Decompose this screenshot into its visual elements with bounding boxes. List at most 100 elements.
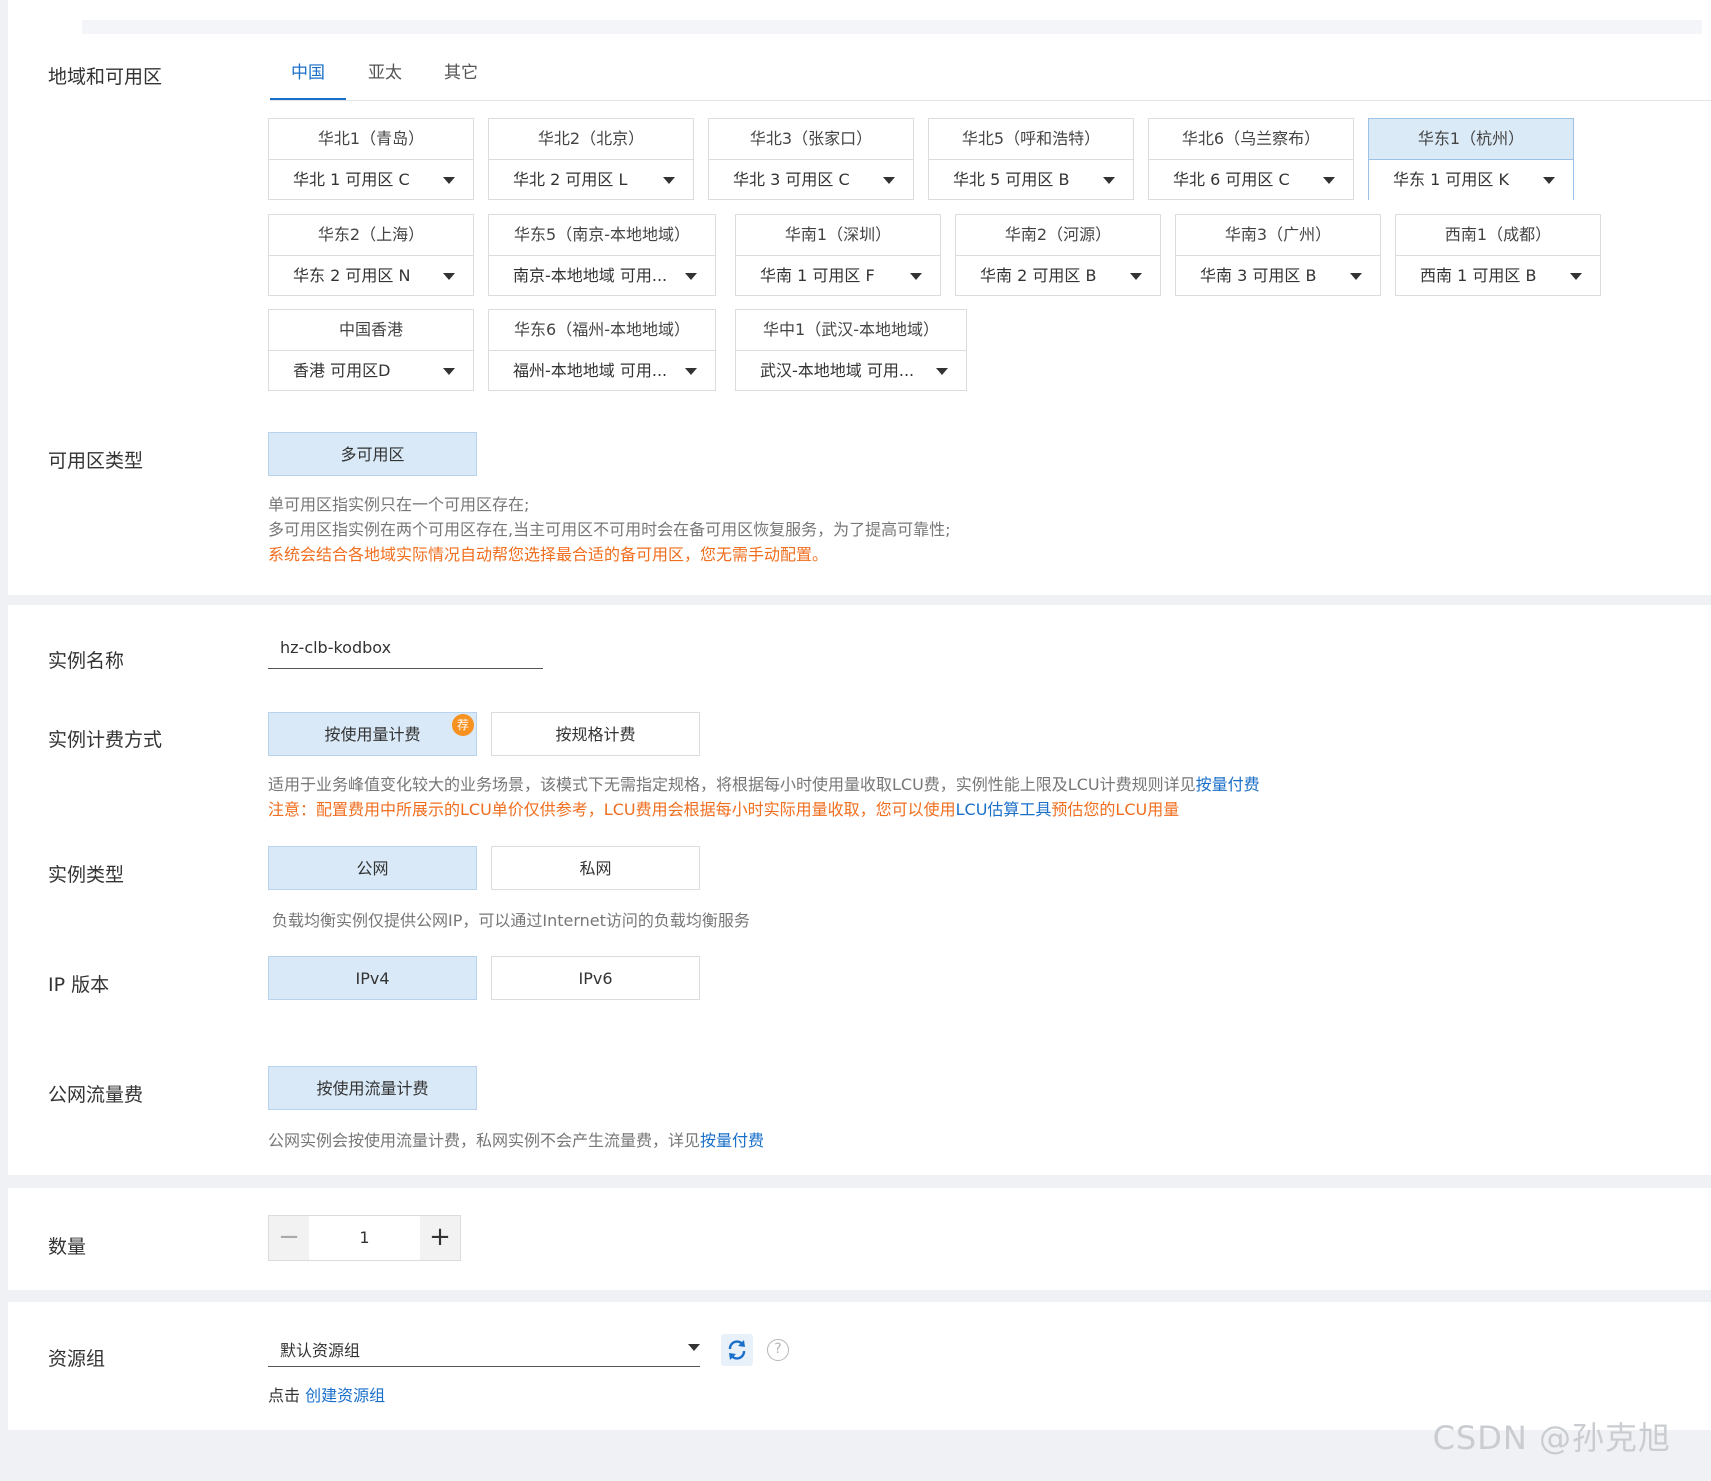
- instance-name-input[interactable]: hz-clb-kodbox: [268, 628, 543, 669]
- region-card[interactable]: 华南3（广州） 华南 3 可用区 B: [1175, 214, 1381, 296]
- resource-group-select[interactable]: 默认资源组: [268, 1328, 700, 1367]
- zone-select[interactable]: 华北 2 可用区 L: [489, 160, 693, 200]
- billing-spec-button[interactable]: 按规格计费: [491, 712, 700, 756]
- traffic-usage-button[interactable]: 按使用流量计费: [268, 1066, 477, 1110]
- region-card[interactable]: 华东6（福州-本地地域） 福州-本地地域 可用...: [488, 309, 716, 391]
- zone-select[interactable]: 华南 1 可用区 F: [736, 256, 940, 296]
- chevron-down-icon: [910, 273, 922, 280]
- billing-warning-suffix: 预估您的LCU用量: [1051, 800, 1180, 819]
- region-name[interactable]: 华东2（上海）: [269, 215, 473, 256]
- traffic-hint: 公网实例会按使用流量计费，私网实例不会产生流量费，详见按量付费: [268, 1127, 764, 1151]
- create-resource-group-link[interactable]: 创建资源组: [305, 1386, 385, 1405]
- lcu-estimator-link[interactable]: LCU估算工具: [956, 800, 1052, 819]
- increment-button[interactable]: +: [420, 1216, 460, 1260]
- zone-select-value: 华南 2 可用区 B: [980, 266, 1097, 285]
- region-card[interactable]: 华东2（上海） 华东 2 可用区 N: [268, 214, 474, 296]
- decrement-button[interactable]: −: [269, 1216, 309, 1260]
- region-card[interactable]: 华北3（张家口） 华北 3 可用区 C: [708, 118, 914, 200]
- zone-select-value: 华东 2 可用区 N: [293, 266, 411, 285]
- zone-select[interactable]: 武汉-本地地域 可用...: [736, 351, 966, 391]
- resource-group-panel: [8, 1302, 1711, 1430]
- region-card[interactable]: 华北2（北京） 华北 2 可用区 L: [488, 118, 694, 200]
- top-panel: [8, 0, 1711, 595]
- region-name[interactable]: 华北2（北京）: [489, 119, 693, 160]
- billing-hint: 适用于业务峰值变化较大的业务场景，该模式下无需指定规格，将根据每小时使用量收取L…: [268, 771, 1260, 795]
- region-name[interactable]: 华南2（河源）: [956, 215, 1160, 256]
- zone-select[interactable]: 华东 2 可用区 N: [269, 256, 473, 296]
- tab-other[interactable]: 其它: [444, 58, 478, 83]
- zone-select[interactable]: 华南 3 可用区 B: [1176, 256, 1380, 296]
- zone-select-value: 西南 1 可用区 B: [1420, 266, 1537, 285]
- zone-type-hint-2: 多可用区指实例在两个可用区存在,当主可用区不可用时会在备可用区恢复服务，为了提高…: [268, 520, 951, 539]
- region-card[interactable]: 华北6（乌兰察布） 华北 6 可用区 C: [1148, 118, 1354, 200]
- chevron-down-icon: [1543, 177, 1555, 184]
- private-network-button[interactable]: 私网: [491, 846, 700, 890]
- ipv4-button[interactable]: IPv4: [268, 956, 477, 1000]
- zone-select[interactable]: 福州-本地地域 可用...: [489, 351, 715, 391]
- region-name[interactable]: 中国香港: [269, 310, 473, 351]
- chevron-down-icon: [1323, 177, 1335, 184]
- region-card[interactable]: 华中1（武汉-本地地域） 武汉-本地地域 可用...: [735, 309, 967, 391]
- billing-usage-button[interactable]: 按使用量计费: [268, 712, 477, 756]
- chevron-down-icon: [663, 177, 675, 184]
- region-card[interactable]: 中国香港 香港 可用区D: [268, 309, 474, 391]
- region-name[interactable]: 华南1（深圳）: [736, 215, 940, 256]
- region-card[interactable]: 华南2（河源） 华南 2 可用区 B: [955, 214, 1161, 296]
- chevron-down-icon: [685, 368, 697, 375]
- region-card[interactable]: 华北1（青岛） 华北 1 可用区 C: [268, 118, 474, 200]
- zone-select-value: 华北 6 可用区 C: [1173, 170, 1290, 189]
- billing-hint-text: 适用于业务峰值变化较大的业务场景，该模式下无需指定规格，将根据每小时使用量收取L…: [268, 775, 1196, 794]
- region-name[interactable]: 华北6（乌兰察布）: [1149, 119, 1353, 160]
- region-name[interactable]: 西南1（成都）: [1396, 215, 1600, 256]
- chevron-down-icon: [443, 368, 455, 375]
- ipv6-button[interactable]: IPv6: [491, 956, 700, 1000]
- tab-apac[interactable]: 亚太: [368, 58, 402, 83]
- zone-select-value: 华南 1 可用区 F: [760, 266, 875, 285]
- zone-select-value: 华北 1 可用区 C: [293, 170, 410, 189]
- chevron-down-icon: [1103, 177, 1115, 184]
- region-card[interactable]: 西南1（成都） 西南 1 可用区 B: [1395, 214, 1601, 296]
- region-card[interactable]: 华东1（杭州） 华东 1 可用区 K: [1368, 118, 1574, 200]
- ip-version-label: IP 版本: [48, 974, 110, 996]
- zone-select[interactable]: 西南 1 可用区 B: [1396, 256, 1600, 296]
- zone-select[interactable]: 华北 5 可用区 B: [929, 160, 1133, 200]
- quantity-stepper: − 1 +: [268, 1215, 461, 1261]
- region-name[interactable]: 华南3（广州）: [1176, 215, 1380, 256]
- public-network-button[interactable]: 公网: [268, 846, 477, 890]
- zone-select[interactable]: 南京-本地地域 可用...: [489, 256, 715, 296]
- zone-select-value: 福州-本地地域 可用...: [513, 361, 668, 380]
- instance-panel: [8, 605, 1711, 1175]
- zone-select[interactable]: 华北 6 可用区 C: [1149, 160, 1353, 200]
- multi-zone-button[interactable]: 多可用区: [268, 432, 477, 476]
- refresh-icon[interactable]: [721, 1334, 753, 1366]
- region-name[interactable]: 华北3（张家口）: [709, 119, 913, 160]
- zone-select[interactable]: 华东 1 可用区 K: [1369, 160, 1573, 200]
- region-name[interactable]: 华中1（武汉-本地地域）: [736, 310, 966, 351]
- zone-select-value: 南京-本地地域 可用...: [513, 266, 668, 285]
- help-icon[interactable]: ?: [767, 1339, 789, 1361]
- region-name[interactable]: 华北5（呼和浩特）: [929, 119, 1133, 160]
- billing-label: 实例计费方式: [48, 729, 163, 751]
- region-card[interactable]: 华北5（呼和浩特） 华北 5 可用区 B: [928, 118, 1134, 200]
- region-card[interactable]: 华东5（南京-本地地域） 南京-本地地域 可用...: [488, 214, 716, 296]
- zone-select[interactable]: 华北 3 可用区 C: [709, 160, 913, 200]
- zone-select[interactable]: 华北 1 可用区 C: [269, 160, 473, 200]
- resource-group-hint: 点击 创建资源组: [268, 1382, 385, 1406]
- chevron-down-icon: [1130, 273, 1142, 280]
- zone-select[interactable]: 华南 2 可用区 B: [956, 256, 1160, 296]
- instance-type-label: 实例类型: [48, 864, 125, 886]
- region-name[interactable]: 华东1（杭州）: [1369, 119, 1573, 160]
- traffic-hint-link[interactable]: 按量付费: [700, 1131, 764, 1150]
- region-name[interactable]: 华东6（福州-本地地域）: [489, 310, 715, 351]
- chevron-down-icon: [936, 368, 948, 375]
- billing-hint-link[interactable]: 按量付费: [1196, 775, 1260, 794]
- quantity-input[interactable]: 1: [309, 1216, 420, 1260]
- region-name[interactable]: 华北1（青岛）: [269, 119, 473, 160]
- zone-select[interactable]: 香港 可用区D: [269, 351, 473, 391]
- region-card[interactable]: 华南1（深圳） 华南 1 可用区 F: [735, 214, 941, 296]
- region-name[interactable]: 华东5（南京-本地地域）: [489, 215, 715, 256]
- instance-type-hint: 负载均衡实例仅提供公网IP，可以通过Internet访问的负载均衡服务: [272, 911, 750, 930]
- tab-china[interactable]: 中国: [291, 58, 325, 83]
- billing-warning-text: 注意：配置费用中所展示的LCU单价仅供参考，LCU费用会根据每小时实际用量收取，…: [268, 800, 956, 819]
- zone-select-value: 武汉-本地地域 可用...: [760, 361, 915, 380]
